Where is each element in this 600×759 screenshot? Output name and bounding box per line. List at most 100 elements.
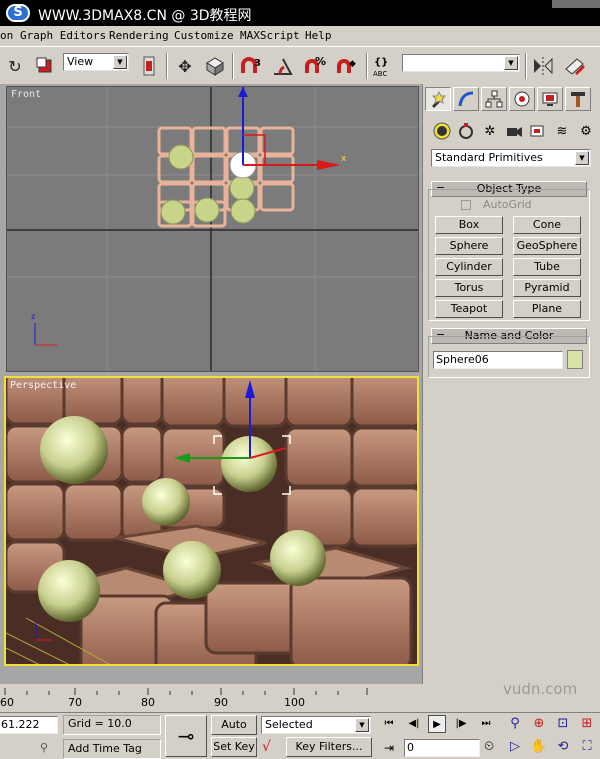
manipulate-icon[interactable] bbox=[202, 53, 228, 79]
zoom-extents-all-icon[interactable]: ⊞ bbox=[577, 714, 597, 734]
time-slider-track[interactable]: 60 70 80 90 100 bbox=[0, 684, 422, 712]
angle-snap-icon[interactable] bbox=[270, 53, 296, 79]
current-frame-field[interactable]: 0 bbox=[404, 739, 480, 757]
watermark: vudn.com bbox=[503, 680, 578, 698]
object-name-field[interactable]: Sphere06 bbox=[433, 351, 563, 369]
zoom-icon[interactable]: ⚲ bbox=[505, 714, 525, 734]
grid-readout: Grid = 10.0 bbox=[63, 715, 161, 735]
autogrid-checkbox[interactable] bbox=[461, 200, 471, 210]
go-to-start-icon[interactable]: ⏮ bbox=[380, 715, 398, 733]
menu-item-customize[interactable]: Customize bbox=[174, 29, 234, 42]
modify-icon[interactable] bbox=[453, 87, 479, 111]
auto-key-button[interactable]: Auto Key bbox=[211, 715, 257, 749]
zoom-extents-icon[interactable]: ⊡ bbox=[553, 714, 573, 734]
menu-bar: on Graph Editors Rendering Customize MAX… bbox=[0, 26, 600, 46]
tick-label: 60 bbox=[0, 696, 14, 709]
hierarchy-icon[interactable] bbox=[481, 87, 507, 111]
helpers-icon[interactable] bbox=[527, 120, 549, 142]
maximize-viewport-icon[interactable]: ⛶ bbox=[577, 737, 597, 757]
edit-named-selection-icon[interactable]: {} ABC bbox=[372, 53, 398, 79]
arc-rotate-icon[interactable]: ⟲ bbox=[553, 737, 573, 757]
menu-item-rendering[interactable]: Rendering bbox=[109, 29, 169, 42]
tick-label: 100 bbox=[284, 696, 305, 709]
cameras-icon[interactable] bbox=[503, 120, 525, 142]
front-viewport-canvas: x z bbox=[7, 87, 418, 371]
cone-button[interactable]: Cone bbox=[513, 216, 581, 234]
key-selection-set-select[interactable]: Selected ▼ bbox=[261, 716, 371, 734]
object-category-select[interactable]: Standard Primitives ▼ bbox=[431, 149, 591, 167]
tick-label: 70 bbox=[68, 696, 82, 709]
time-configuration-icon[interactable]: ⏲ bbox=[484, 739, 494, 754]
go-to-end-icon[interactable]: ⏭ bbox=[477, 715, 495, 733]
menu-item-maxscript[interactable]: MAXScript bbox=[240, 29, 300, 42]
pan-icon[interactable]: ✋ bbox=[529, 737, 549, 757]
geosphere-button[interactable]: GeoSphere bbox=[513, 237, 581, 255]
box-button[interactable]: Box bbox=[435, 216, 503, 234]
systems-icon[interactable]: ⚙ bbox=[575, 120, 597, 142]
mirror-icon[interactable] bbox=[530, 53, 556, 79]
tube-button[interactable]: Tube bbox=[513, 258, 581, 276]
torus-button[interactable]: Torus bbox=[435, 279, 503, 297]
tick-label: 80 bbox=[141, 696, 155, 709]
key-mode-toggle-icon[interactable]: ⇥ bbox=[384, 741, 394, 755]
svg-text:◆: ◆ bbox=[349, 59, 356, 69]
main-toolbar: ↻ View ▼ ✥ 3 % ◆ {} ABC ▼ bbox=[0, 46, 600, 84]
shapes-icon[interactable] bbox=[455, 120, 477, 142]
sphere-button[interactable]: Sphere bbox=[435, 237, 503, 255]
add-time-tag[interactable]: Add Time Tag bbox=[63, 739, 161, 759]
perspective-viewport-canvas bbox=[6, 378, 417, 664]
teapot-button[interactable]: Teapot bbox=[435, 300, 503, 318]
svg-text:{}: {} bbox=[374, 57, 388, 68]
key-tangent-icon[interactable]: √ bbox=[262, 739, 282, 757]
field-of-view-icon[interactable]: ▷ bbox=[505, 737, 525, 757]
reference-coord-select[interactable]: View ▼ bbox=[63, 53, 129, 71]
cylinder-button[interactable]: Cylinder bbox=[435, 258, 503, 276]
select-region-icon[interactable] bbox=[32, 53, 58, 79]
display-icon[interactable] bbox=[537, 87, 563, 111]
named-selection-set-select[interactable]: ▼ bbox=[402, 54, 520, 72]
autogrid-label: AutoGrid bbox=[483, 198, 532, 211]
object-color-swatch[interactable] bbox=[567, 350, 583, 369]
window-controls[interactable] bbox=[552, 0, 600, 8]
motion-icon[interactable] bbox=[509, 87, 535, 111]
percent-snap-icon[interactable]: % bbox=[302, 53, 328, 79]
undo-icon[interactable]: ↻ bbox=[2, 53, 28, 79]
move-icon[interactable]: ✥ bbox=[172, 53, 198, 79]
set-key-button[interactable]: Set Key bbox=[211, 737, 257, 757]
key-filters-button[interactable]: Key Filters... bbox=[286, 737, 372, 757]
geometry-icon[interactable] bbox=[431, 120, 453, 142]
spinner-snap-icon[interactable]: ◆ bbox=[334, 53, 360, 79]
key-mode-icon[interactable]: ⊸ bbox=[165, 715, 207, 757]
svg-text:ABC: ABC bbox=[373, 70, 387, 78]
status-bar: 61.222 Grid = 10.0 ⚲ Add Time Tag ⊸ Auto… bbox=[0, 712, 600, 759]
zoom-all-icon[interactable]: ⊕ bbox=[529, 714, 549, 734]
timeline-ticks bbox=[4, 688, 368, 695]
next-frame-icon[interactable]: |▶ bbox=[452, 715, 470, 733]
axis-x-label: x bbox=[341, 154, 347, 164]
perspective-viewport[interactable]: Perspective bbox=[4, 376, 419, 666]
chevron-down-icon: ▼ bbox=[355, 718, 369, 732]
menu-item-views[interactable]: on bbox=[0, 29, 13, 42]
play-icon[interactable]: ▶ bbox=[428, 715, 446, 733]
menu-item-graph-editors[interactable]: Graph Editors bbox=[20, 29, 106, 42]
window-title: WWW.3DMAX8.CN @ 3D教程网 bbox=[38, 8, 252, 24]
previous-frame-icon[interactable]: ◀| bbox=[405, 715, 423, 733]
create-icon[interactable] bbox=[425, 87, 451, 111]
pivot-icon[interactable] bbox=[136, 53, 162, 79]
viewport-label[interactable]: Perspective bbox=[10, 380, 76, 391]
align-icon[interactable] bbox=[562, 53, 588, 79]
front-viewport[interactable]: Front x z bbox=[6, 86, 419, 372]
tick-label: 90 bbox=[214, 696, 228, 709]
chevron-down-icon: ▼ bbox=[504, 56, 518, 70]
spacewarps-icon[interactable]: ≋ bbox=[551, 120, 573, 142]
coordinate-field[interactable]: 61.222 bbox=[0, 716, 58, 734]
plane-button[interactable]: Plane bbox=[513, 300, 581, 318]
axis-z-label: z bbox=[31, 312, 35, 321]
pyramid-button[interactable]: Pyramid bbox=[513, 279, 581, 297]
utilities-icon[interactable] bbox=[565, 87, 591, 111]
app-logo-icon: S bbox=[6, 4, 30, 22]
menu-item-help[interactable]: Help bbox=[305, 29, 332, 42]
lights-icon[interactable]: ✲ bbox=[479, 120, 501, 142]
snap-toggle-icon[interactable]: 3 bbox=[238, 53, 264, 79]
chevron-down-icon: ▼ bbox=[113, 55, 127, 69]
